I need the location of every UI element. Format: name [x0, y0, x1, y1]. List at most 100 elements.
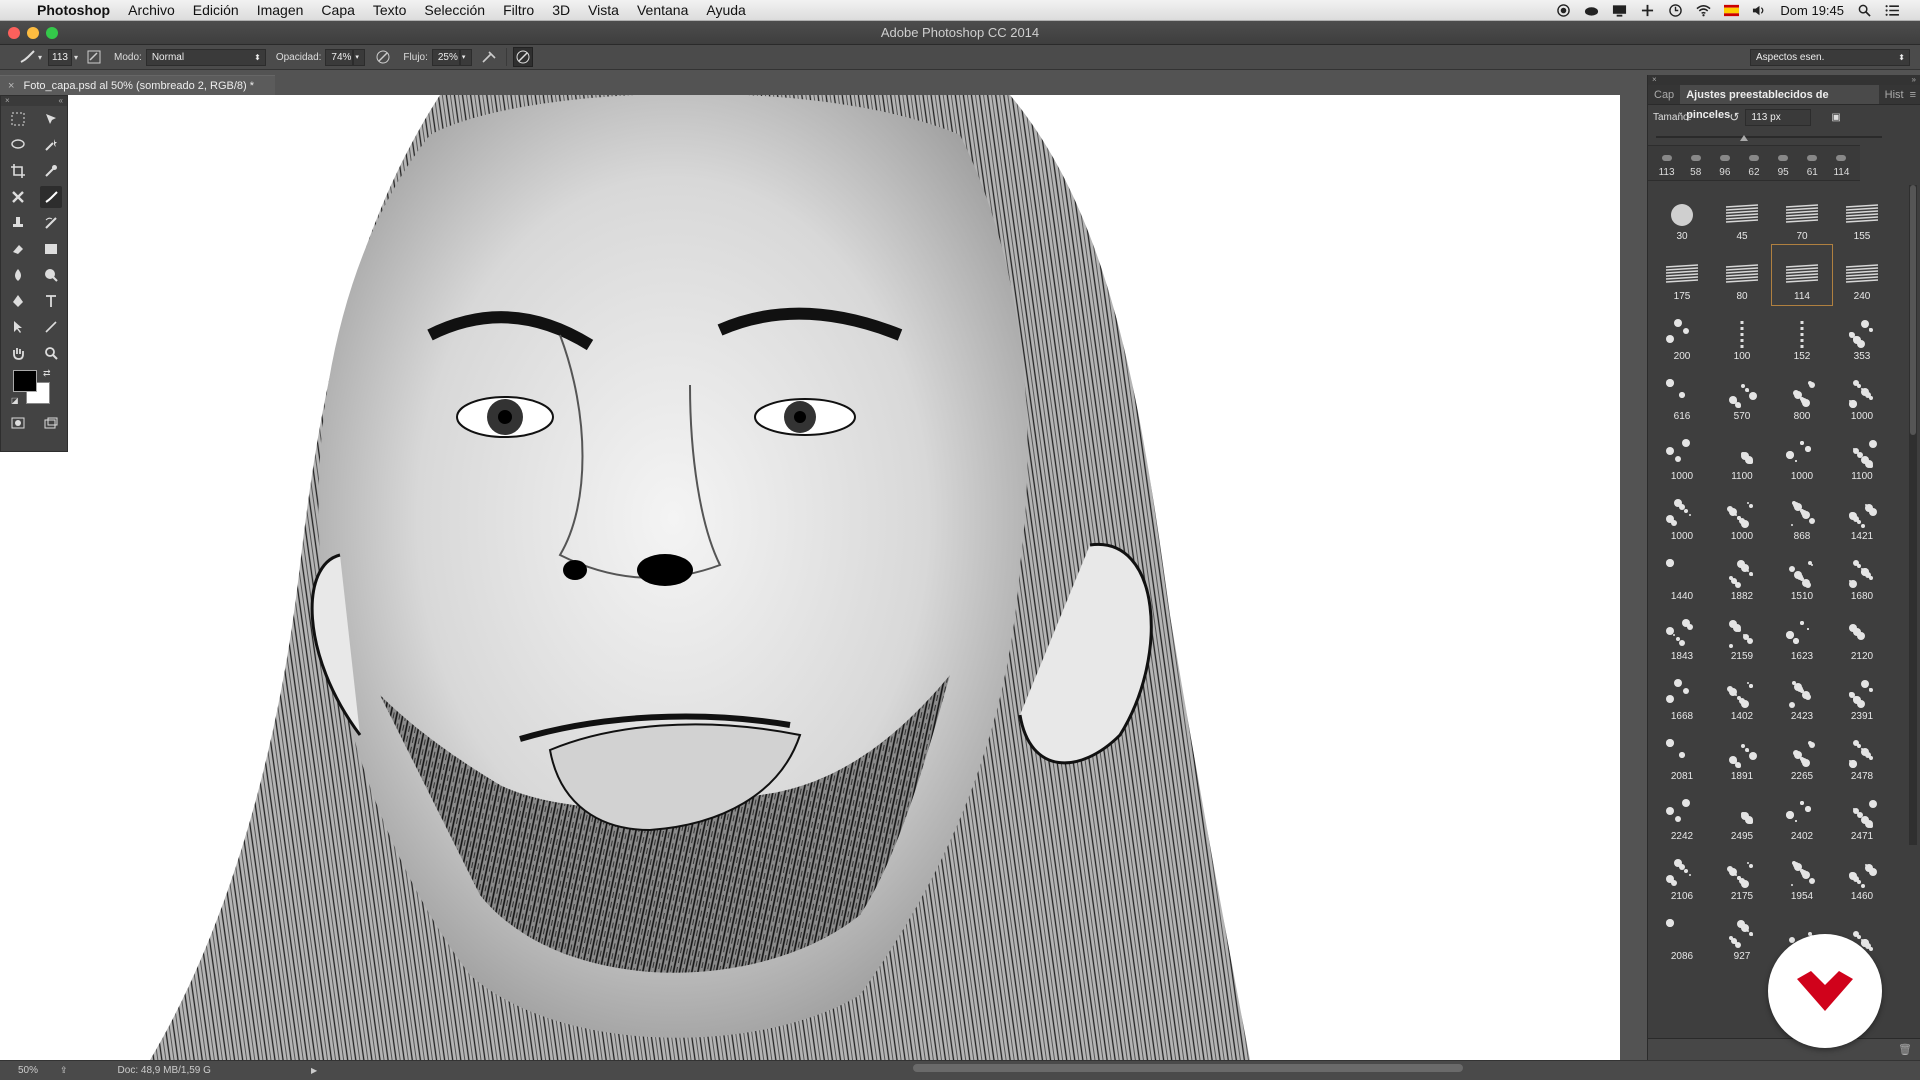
workspace-select[interactable]: Aspectos esen. ⬍ — [1750, 49, 1910, 66]
canvas[interactable] — [0, 95, 1620, 1060]
hand-tool-icon[interactable] — [7, 342, 29, 364]
brush-preset[interactable]: 200 — [1652, 305, 1712, 365]
recent-brush[interactable]: 96 — [1710, 146, 1739, 180]
pen-tool-icon[interactable] — [7, 290, 29, 312]
preset-dropdown-arrow-icon[interactable]: ▾ — [38, 53, 42, 62]
flag-icon[interactable] — [1724, 4, 1740, 17]
default-colors-icon[interactable]: ◪ — [11, 396, 19, 405]
time-machine-icon[interactable] — [1668, 3, 1683, 17]
horizontal-scrollbar[interactable] — [913, 1064, 1463, 1072]
creative-cloud-icon[interactable] — [1584, 4, 1599, 17]
brush-preset[interactable]: 1000 — [1832, 365, 1892, 425]
recent-brush[interactable]: 95 — [1769, 146, 1798, 180]
panel-close-icon[interactable]: × — [1652, 75, 1657, 85]
menu-3d[interactable]: 3D — [543, 0, 579, 21]
dodge-tool-icon[interactable] — [40, 264, 62, 286]
brush-preset[interactable]: 1623 — [1772, 605, 1832, 665]
brush-preset[interactable]: 80 — [1712, 245, 1772, 305]
spotlight-search-icon[interactable] — [1857, 4, 1872, 17]
foreground-color-swatch[interactable] — [13, 370, 37, 392]
line-tool-icon[interactable] — [40, 316, 62, 338]
tools-collapse-icon[interactable]: « — [59, 96, 63, 106]
panel-scrollbar[interactable] — [1909, 185, 1917, 845]
brush-preset[interactable]: 152 — [1772, 305, 1832, 365]
brush-preset[interactable]: 2175 — [1712, 845, 1772, 905]
opacity-field[interactable]: 74% — [325, 48, 354, 66]
brush-preset[interactable]: 2423 — [1772, 665, 1832, 725]
brush-preset[interactable]: 2106 — [1652, 845, 1712, 905]
swap-colors-icon[interactable]: ⇄ — [43, 368, 51, 379]
minimize-window-button[interactable] — [27, 27, 39, 39]
quick-mask-icon[interactable] — [7, 412, 29, 434]
brush-preset[interactable]: 2242 — [1652, 785, 1712, 845]
brush-preset[interactable]: 1421 — [1832, 485, 1892, 545]
airbrush-icon[interactable] — [480, 47, 500, 67]
menu-imagen[interactable]: Imagen — [248, 0, 313, 21]
healing-brush-tool-icon[interactable] — [7, 186, 29, 208]
brush-preset[interactable]: 800 — [1772, 365, 1832, 425]
brush-preset[interactable]: 30 — [1652, 185, 1712, 245]
brush-preset[interactable]: 114 — [1771, 244, 1833, 306]
brush-picker-arrow-icon[interactable]: ▾ — [74, 53, 78, 62]
history-brush-tool-icon[interactable] — [40, 212, 62, 234]
size-slider-knob[interactable] — [1740, 135, 1748, 141]
wifi-icon[interactable] — [1696, 4, 1711, 17]
crop-tool-icon[interactable] — [7, 160, 29, 182]
display-icon[interactable] — [1612, 4, 1627, 17]
menu-ayuda[interactable]: Ayuda — [697, 0, 754, 21]
brush-preset[interactable]: 1882 — [1712, 545, 1772, 605]
panel-collapse-icon[interactable]: » — [1912, 75, 1916, 85]
menu-filtro[interactable]: Filtro — [494, 0, 543, 21]
pressure-opacity-icon[interactable] — [373, 47, 393, 67]
record-icon[interactable] — [1556, 3, 1571, 17]
brush-preset[interactable]: 2159 — [1712, 605, 1772, 665]
recent-brush[interactable]: 113 — [1652, 146, 1681, 180]
brush-preset[interactable]: 616 — [1652, 365, 1712, 425]
brush-preset[interactable]: 2391 — [1832, 665, 1892, 725]
brush-preset[interactable]: 927 — [1712, 905, 1772, 965]
recent-brush[interactable]: 62 — [1739, 146, 1768, 180]
brush-preset[interactable]: 1440 — [1652, 545, 1712, 605]
brush-preset[interactable]: 45 — [1712, 185, 1772, 245]
brush-preset[interactable]: 2478 — [1832, 725, 1892, 785]
marquee-tool-icon[interactable] — [7, 108, 29, 130]
magic-wand-tool-icon[interactable] — [40, 134, 62, 156]
tools-panel-header[interactable]: × « — [1, 96, 67, 106]
menu-archivo[interactable]: Archivo — [119, 0, 184, 21]
menu-app[interactable]: Photoshop — [28, 0, 119, 21]
sync-icon[interactable] — [1640, 4, 1655, 17]
brush-preset[interactable]: 240 — [1832, 245, 1892, 305]
type-tool-icon[interactable] — [40, 290, 62, 312]
brush-preset[interactable]: 2265 — [1772, 725, 1832, 785]
menu-capa[interactable]: Capa — [312, 0, 363, 21]
brush-preset[interactable]: 175 — [1652, 245, 1712, 305]
brush-preset[interactable]: 1000 — [1652, 425, 1712, 485]
brush-preset[interactable]: 1100 — [1712, 425, 1772, 485]
close-document-icon[interactable]: × — [8, 80, 14, 92]
brush-preset[interactable]: 2120 — [1832, 605, 1892, 665]
zoom-level[interactable]: 50% — [0, 1065, 40, 1076]
flow-slider-toggle-icon[interactable]: ▾ — [459, 48, 472, 66]
brush-preset[interactable]: 1000 — [1712, 485, 1772, 545]
tab-layers[interactable]: Cap — [1648, 85, 1680, 104]
path-selection-tool-icon[interactable] — [7, 316, 29, 338]
brush-preset[interactable]: 100 — [1712, 305, 1772, 365]
tools-close-icon[interactable]: × — [5, 96, 10, 106]
panel-scroll-thumb[interactable] — [1910, 185, 1916, 435]
clock[interactable]: Dom 19:45 — [1780, 3, 1844, 18]
menu-vista[interactable]: Vista — [579, 0, 628, 21]
brush-preset[interactable]: 1668 — [1652, 665, 1712, 725]
reset-size-icon[interactable]: ↺ — [1729, 110, 1739, 124]
size-field[interactable]: 113 px — [1745, 108, 1812, 126]
eyedropper-tool-icon[interactable] — [40, 160, 62, 182]
flow-field[interactable]: 25% — [431, 48, 460, 66]
brush-preset[interactable]: 1000 — [1772, 425, 1832, 485]
gradient-tool-icon[interactable] — [40, 238, 62, 260]
brush-preset[interactable]: 2471 — [1832, 785, 1892, 845]
mode-select[interactable]: Normal ⬍ — [145, 48, 266, 66]
brush-preset[interactable]: 2495 — [1712, 785, 1772, 845]
brush-preset[interactable]: 1000 — [1652, 485, 1712, 545]
brush-tool-icon[interactable] — [39, 186, 62, 208]
brush-preset[interactable]: 1402 — [1712, 665, 1772, 725]
recent-brush[interactable]: 114 — [1827, 146, 1856, 180]
